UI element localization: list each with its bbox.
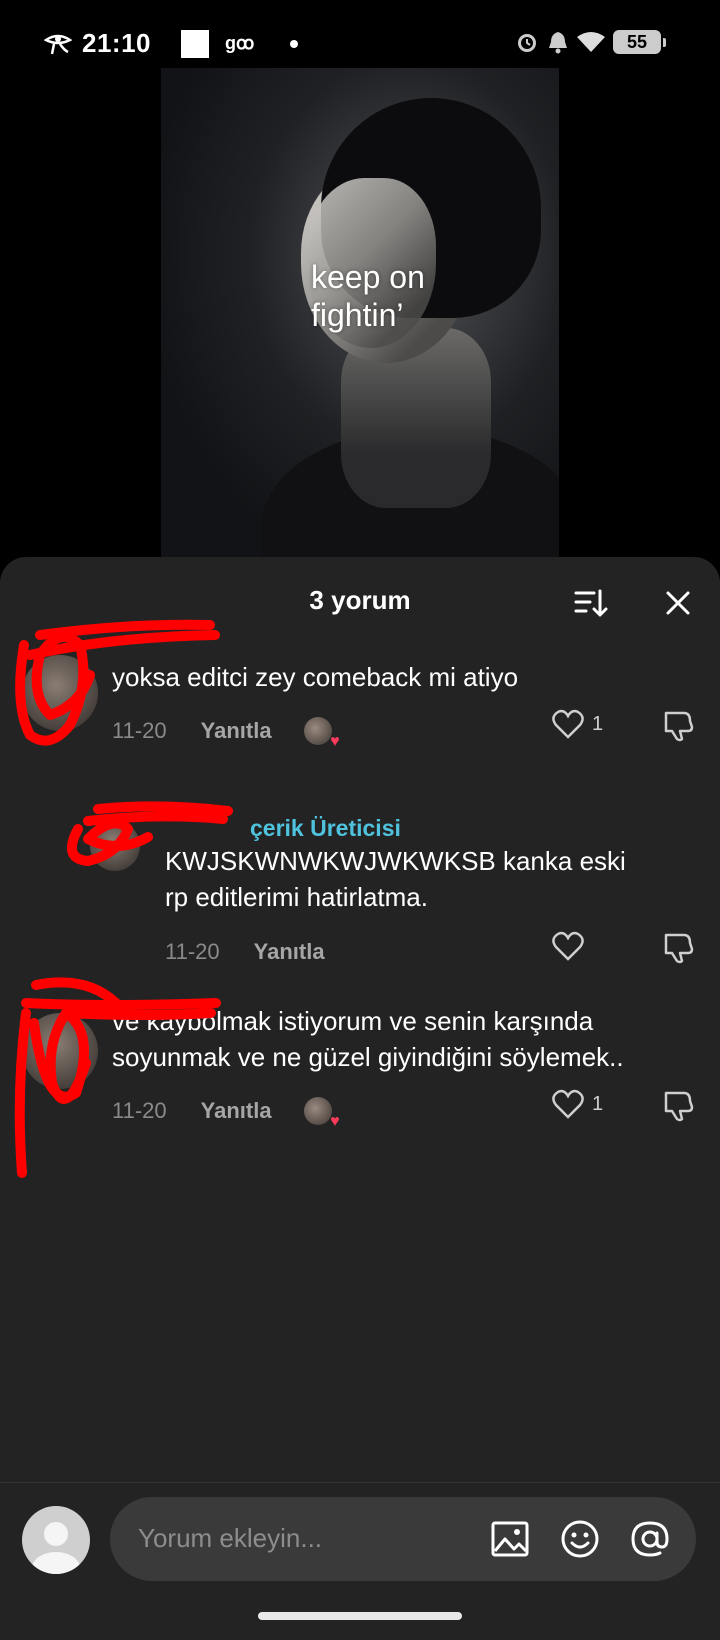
comment-text: yoksa editci zey comeback mi atiyo <box>112 662 519 692</box>
heart-icon: ♥ <box>330 1113 340 1130</box>
comment-text-line2: rp editlerimi hatirlatma. <box>165 882 428 912</box>
emoji-icon[interactable] <box>558 1517 602 1561</box>
like-button[interactable] <box>552 931 592 961</box>
comment-item: yoksa editci zey comeback mi atiyo 11-20… <box>0 647 720 757</box>
image-icon[interactable] <box>488 1517 532 1561</box>
like-count: 1 <box>592 712 604 735</box>
comment-meta: 11-20 Yanıtla <box>165 939 325 965</box>
comment-input-placeholder: Yorum ekleyin... <box>138 1523 323 1553</box>
alarm-icon <box>518 34 536 52</box>
composer-divider <box>0 1482 720 1483</box>
sort-icon[interactable] <box>572 585 608 621</box>
comment-date: 11-20 <box>165 939 220 964</box>
comment-date: 11-20 <box>112 718 167 743</box>
my-avatar[interactable] <box>22 1506 90 1574</box>
status-time: 21:10 <box>82 28 151 58</box>
reply-button[interactable]: Yanıtla <box>201 1098 272 1124</box>
comments-count-title: 3 yorum <box>309 585 411 615</box>
comment-text-line1: ve kaybolmak istiyorum ve senin karşında <box>112 1006 594 1036</box>
mention-icon[interactable] <box>628 1517 672 1561</box>
comment-date: 11-20 <box>112 1098 167 1123</box>
video-overlay-line2: fightin’ <box>311 297 404 333</box>
commenter-avatar[interactable] <box>22 1013 98 1089</box>
like-count: 1 <box>592 1092 604 1115</box>
heart-icon: ♥ <box>330 733 340 750</box>
dislike-icon[interactable] <box>662 931 696 965</box>
commenter-avatar[interactable] <box>90 821 140 871</box>
creator-liked-avatar: ♥ <box>303 717 340 750</box>
eye-of-horus-icon <box>44 34 72 54</box>
dislike-icon[interactable] <box>662 709 696 743</box>
comment-input[interactable]: Yorum ekleyin... <box>110 1497 696 1581</box>
battery-tip <box>663 37 666 47</box>
reply-button[interactable]: Yanıtla <box>254 939 325 965</box>
battery-icon: 55 <box>613 30 661 54</box>
wifi-icon <box>577 32 605 52</box>
video-overlay-line1: keep on <box>311 259 425 295</box>
heart-outline-icon <box>552 931 584 961</box>
comment-text-line2: soyunmak ve ne güzel giyindiğini söyleme… <box>112 1042 624 1072</box>
comment-item: ve kaybolmak istiyorum ve senin karşında… <box>0 997 720 1157</box>
reply-button[interactable]: Yanıtla <box>201 718 272 744</box>
commenter-avatar[interactable] <box>22 655 98 731</box>
creator-username[interactable]: çerik Üreticisi <box>250 815 401 842</box>
like-button[interactable]: 1 <box>552 1089 603 1119</box>
heart-outline-icon <box>552 709 584 739</box>
reply-comment-item: çerik Üreticisi KWJSKWNWKWJWKWKSB kanka … <box>0 815 720 964</box>
comment-meta: 11-20 Yanıtla ♥ <box>112 1097 340 1130</box>
comment-meta: 11-20 Yanıtla ♥ <box>112 717 340 750</box>
notification-square-icon <box>181 29 209 58</box>
home-indicator[interactable] <box>258 1612 462 1620</box>
like-button[interactable]: 1 <box>552 709 603 739</box>
close-icon[interactable] <box>660 585 696 621</box>
heart-outline-icon <box>552 1089 584 1119</box>
bell-icon <box>549 32 567 54</box>
carrier-text: gꝏ <box>225 33 255 53</box>
comment-text-line1: KWJSKWNWKWJWKWKSB kanka eski <box>165 846 626 876</box>
dislike-icon[interactable] <box>662 1089 696 1123</box>
comments-sheet: 3 yorum yoksa editci zey comeback mi ati… <box>0 557 720 1640</box>
creator-liked-avatar: ♥ <box>303 1097 340 1130</box>
video-overlay-text: keep on fightin’ <box>311 258 425 334</box>
default-avatar-icon <box>32 1522 80 1574</box>
video-player[interactable]: keep on fightin’ <box>161 68 559 558</box>
notification-dot <box>290 39 299 48</box>
